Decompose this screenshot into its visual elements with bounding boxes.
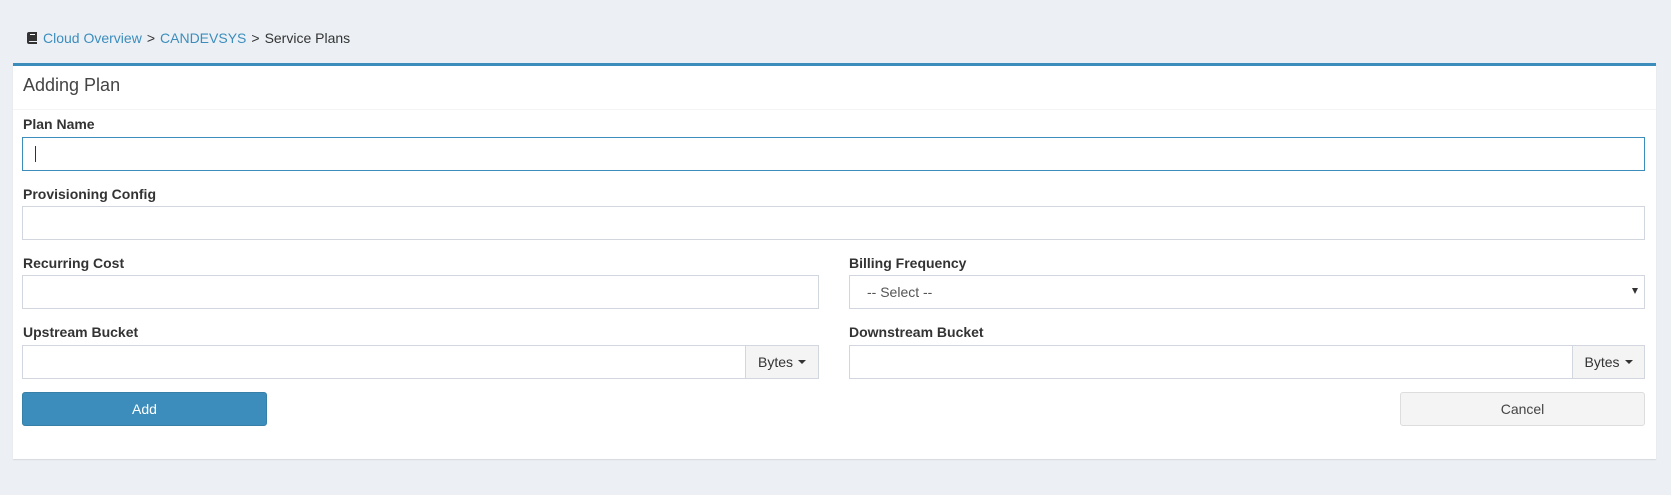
breadcrumb-separator: > xyxy=(146,30,156,46)
downstream-unit-dropdown[interactable]: Bytes xyxy=(1572,345,1645,379)
upstream-bucket-label: Upstream Bucket xyxy=(23,324,139,340)
breadcrumb-cloud-overview-link[interactable]: Cloud Overview xyxy=(43,30,142,46)
text-cursor xyxy=(35,146,36,162)
adding-plan-panel: Adding Plan Plan Name Provisioning Confi… xyxy=(13,63,1656,459)
billing-frequency-select[interactable]: -- Select -- xyxy=(849,275,1645,309)
breadcrumb: Cloud Overview > CANDEVSYS > Service Pla… xyxy=(27,30,350,46)
breadcrumb-candevsys-link[interactable]: CANDEVSYS xyxy=(160,30,246,46)
panel-title: Adding Plan xyxy=(23,75,121,95)
provisioning-config-input[interactable] xyxy=(22,206,1645,240)
upstream-unit-dropdown[interactable]: Bytes xyxy=(745,345,819,379)
upstream-unit-label: Bytes xyxy=(757,354,793,370)
downstream-bucket-label: Downstream Bucket xyxy=(849,324,984,340)
provisioning-config-label: Provisioning Config xyxy=(23,186,156,202)
select-caret-icon xyxy=(1632,288,1638,294)
billing-frequency-selected: -- Select -- xyxy=(867,284,933,300)
cancel-button[interactable]: Cancel xyxy=(1400,392,1645,426)
recurring-cost-input[interactable] xyxy=(22,275,819,309)
recurring-cost-label: Recurring Cost xyxy=(23,255,125,271)
plan-name-label: Plan Name xyxy=(23,116,95,132)
breadcrumb-separator: > xyxy=(251,30,260,46)
add-button[interactable]: Add xyxy=(22,392,267,426)
upstream-bucket-input[interactable] xyxy=(22,345,746,379)
downstream-unit-label: Bytes xyxy=(1584,354,1620,370)
caret-down-icon xyxy=(1624,360,1633,364)
plan-name-input[interactable] xyxy=(22,137,1645,171)
downstream-bucket-input[interactable] xyxy=(849,345,1573,379)
book-icon xyxy=(27,32,37,44)
breadcrumb-current: Service Plans xyxy=(264,30,351,46)
panel-header: Adding Plan xyxy=(13,66,1656,110)
billing-frequency-label: Billing Frequency xyxy=(849,255,967,271)
caret-down-icon xyxy=(798,360,806,364)
